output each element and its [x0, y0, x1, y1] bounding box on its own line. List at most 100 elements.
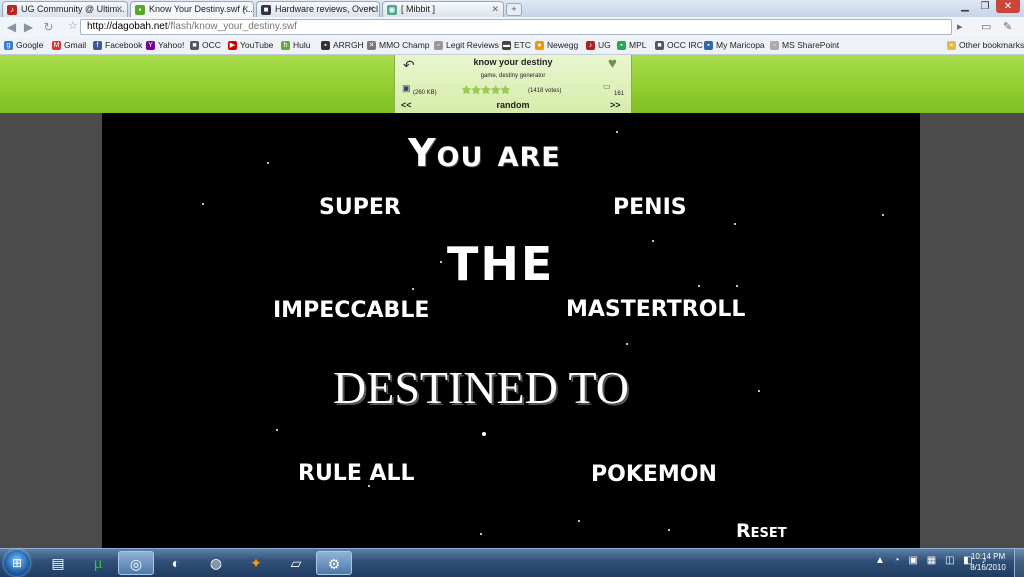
- heart-icon[interactable]: ♥: [608, 55, 617, 72]
- minimize-icon[interactable]: ▁: [956, 0, 974, 13]
- bookmark-label: Gmail: [64, 40, 87, 50]
- show-desktop-button[interactable]: [1014, 549, 1024, 577]
- close-icon[interactable]: ✕: [241, 4, 249, 15]
- maricopa-icon: ▪: [704, 41, 713, 50]
- wrench-icon[interactable]: ✎: [1003, 20, 1012, 33]
- go-arrow-icon[interactable]: ▸: [957, 20, 963, 33]
- green-page-icon: ▪: [135, 5, 145, 15]
- taskbar: ⊞ ▤ µ ◎ ◐ ◍ ✦ ▱ ⚙ ▲ ◔ ▣ ▦ ◫ ◧ ♪ 10:14 PM…: [0, 548, 1024, 577]
- random-link[interactable]: random: [395, 100, 631, 110]
- youtube-icon: ▶: [228, 41, 237, 50]
- address-bar[interactable]: http://dagobah.net/flash/know_your_desti…: [80, 19, 952, 35]
- start-button[interactable]: ⊞: [4, 550, 30, 576]
- comment-count: 161: [614, 91, 625, 97]
- tab-label: Hardware reviews, Overcl...: [275, 4, 380, 14]
- flash-game-canvas[interactable]: You are SUPER PENIS THE IMPECCABLE MASTE…: [102, 113, 920, 548]
- bookmark-my-maricopa[interactable]: ▪ My Maricopa: [704, 40, 765, 50]
- tab-ug-community[interactable]: ♪ UG Community @ Ultim... ✕: [2, 1, 128, 17]
- bookmark-label: MMO Champ: [379, 40, 430, 50]
- explorer-icon[interactable]: ▤: [40, 551, 76, 575]
- bookmark-etc[interactable]: ▬ ETC: [502, 40, 531, 50]
- bookmark-label: OCC IRC: [667, 40, 703, 50]
- close-icon[interactable]: ✕: [491, 4, 499, 15]
- star-dot: [480, 533, 482, 535]
- bookmark-mpl[interactable]: ▪ MPL: [617, 40, 646, 50]
- close-window-icon[interactable]: ✕: [996, 0, 1020, 13]
- bookmark-label: OCC: [202, 40, 221, 50]
- clock-time[interactable]: 10:14 PM: [968, 552, 1008, 561]
- star-dot: [736, 285, 738, 287]
- folder-icon: ▪: [321, 41, 330, 50]
- bookmark-gmail[interactable]: M Gmail: [52, 40, 86, 50]
- floppy-disk-icon[interactable]: ▣: [402, 83, 411, 94]
- other-bookmarks-label: Other bookmarks: [959, 40, 1024, 50]
- star-dot: [626, 343, 628, 345]
- star-dot: [734, 223, 736, 225]
- bookmark-hulu[interactable]: h Hulu: [281, 40, 310, 50]
- bookmark-occ[interactable]: ■ OCC: [190, 40, 221, 50]
- next-link[interactable]: >>: [610, 100, 621, 110]
- occ-icon: ■: [261, 5, 271, 15]
- game-tags: game, destiny generator: [480, 73, 546, 79]
- close-icon[interactable]: ✕: [367, 4, 375, 15]
- the-heading: THE: [447, 237, 555, 291]
- star-dot: [276, 429, 278, 431]
- tab-label: [ Mibbit ]: [401, 4, 436, 14]
- hulu-icon: h: [281, 41, 290, 50]
- close-icon[interactable]: ✕: [115, 4, 123, 15]
- star-dot: [698, 285, 700, 287]
- tab-strip: ♪ UG Community @ Ultim... ✕ ▪ Know Your …: [0, 0, 1024, 17]
- bookmark-youtube[interactable]: ▶ YouTube: [228, 40, 273, 50]
- bookmark-occ-irc[interactable]: ■ OCC IRC: [655, 40, 703, 50]
- new-tab-button[interactable]: +: [506, 3, 522, 16]
- bookmark-google[interactable]: g Google: [4, 40, 43, 50]
- bookmark-mmo-champ[interactable]: ✕ MMO Champ: [367, 40, 430, 50]
- bookmark-ug[interactable]: ♪ UG: [586, 40, 611, 50]
- destiny-word: RULE ALL: [298, 461, 415, 486]
- bookmark-label: MS SharePoint: [782, 40, 840, 50]
- mibbit-icon: ◉: [387, 5, 397, 15]
- bookmark-star-icon[interactable]: ☆: [68, 19, 78, 32]
- tab-hardware-reviews[interactable]: ■ Hardware reviews, Overcl... ✕: [256, 1, 380, 17]
- bookmark-newegg[interactable]: ● Newegg: [535, 40, 578, 50]
- bookmark-yahoo[interactable]: Y Yahoo!: [146, 40, 184, 50]
- other-bookmarks[interactable]: ▪ Other bookmarks: [947, 40, 1024, 50]
- star-dot: [758, 390, 760, 392]
- app-icon[interactable]: ✦: [238, 551, 274, 575]
- clock-date[interactable]: 8/16/2010: [968, 563, 1008, 572]
- bookmark-arrgh[interactable]: ▪ ARRGH: [321, 40, 364, 50]
- reset-button[interactable]: Reset: [736, 520, 787, 542]
- folder-icon: ▪: [947, 41, 956, 50]
- gmail-icon: M: [52, 41, 61, 50]
- maximize-icon[interactable]: ❐: [976, 0, 994, 13]
- bookmark-label: Google: [16, 40, 44, 50]
- star-dot: [578, 520, 580, 522]
- chrome-icon[interactable]: ◎: [118, 551, 154, 575]
- steam-icon[interactable]: ⚙: [316, 551, 352, 575]
- tab-know-your-destiny[interactable]: ▪ Know Your Destiny.swf (... ✕: [130, 1, 254, 17]
- bookmark-label: ARRGH: [333, 40, 364, 50]
- rating-stars[interactable]: ★★★★★: [461, 83, 511, 97]
- destiny-word: SUPER: [319, 195, 401, 220]
- star-dot: [652, 240, 654, 242]
- network-icon[interactable]: ◍: [198, 551, 234, 575]
- bookmark-label: Newegg: [547, 40, 579, 50]
- url-path: /flash/know_your_destiny.swf: [167, 21, 297, 32]
- media-player-icon[interactable]: ◐: [158, 551, 194, 575]
- document-icon[interactable]: ▱: [278, 551, 314, 575]
- guitar-icon: ♪: [7, 5, 17, 15]
- bookmark-ms-sharepoint[interactable]: ▫ MS SharePoint: [770, 40, 839, 50]
- page-menu-icon[interactable]: ▭: [981, 20, 991, 33]
- bookmark-facebook[interactable]: f Facebook: [93, 40, 142, 50]
- destiny-word: MASTERTROLL: [566, 297, 746, 322]
- reload-icon[interactable]: ↻: [41, 20, 56, 35]
- tab-mibbit[interactable]: ◉ [ Mibbit ] ✕: [382, 1, 504, 17]
- bookmark-legit-reviews[interactable]: ▫ Legit Reviews: [434, 40, 499, 50]
- utorrent-icon[interactable]: µ: [80, 551, 116, 575]
- forward-icon[interactable]: ▶: [21, 20, 36, 35]
- star-dot: [440, 261, 442, 263]
- comment-icon[interactable]: ▭: [603, 82, 611, 91]
- star-dot: [616, 131, 618, 133]
- back-icon[interactable]: ◀: [4, 20, 19, 35]
- newegg-icon: ●: [535, 41, 544, 50]
